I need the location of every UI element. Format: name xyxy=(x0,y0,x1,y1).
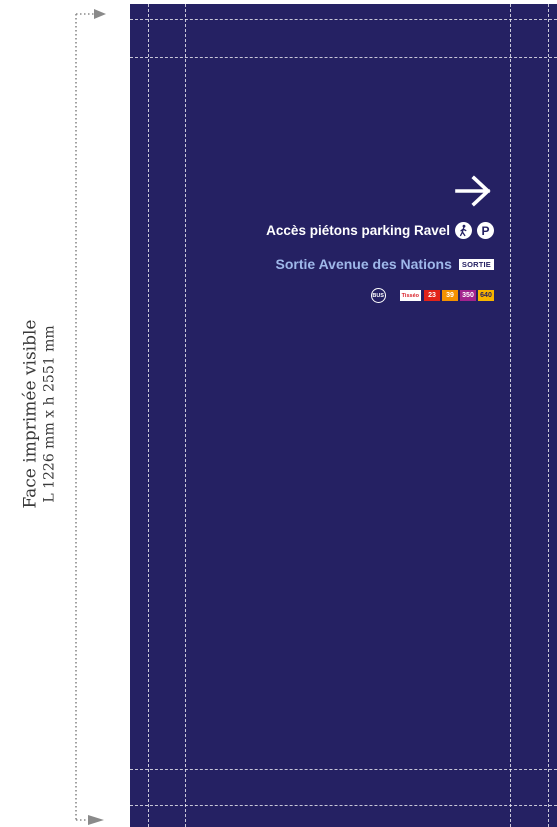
height-dimension-line xyxy=(75,9,106,825)
exit-text: Sortie Avenue des Nations xyxy=(275,256,452,272)
pedestrian-access-text: Accès piétons parking Ravel xyxy=(266,223,450,238)
parking-icon: P xyxy=(477,222,494,239)
guide-line xyxy=(130,19,557,20)
guide-line xyxy=(185,4,186,827)
guide-line xyxy=(510,4,511,827)
bus-icon: BUS xyxy=(370,288,386,303)
bus-line-badge: 350 xyxy=(460,290,476,301)
arrow-right-icon xyxy=(455,175,491,207)
sign-panel: Accès piétons parking Ravel P Sortie Ave… xyxy=(130,4,557,827)
guide-line xyxy=(130,57,557,58)
wayfinding-sign: Accès piétons parking Ravel P Sortie Ave… xyxy=(266,174,494,303)
guide-line xyxy=(148,4,149,827)
bus-line-badge: 23 xyxy=(424,290,440,301)
bus-lines-row: BUS Tisséo 23 39 350 640 xyxy=(266,288,494,303)
exit-row: Sortie Avenue des Nations SORTIE xyxy=(266,256,494,272)
bus-line-badge: 640 xyxy=(478,290,494,301)
exit-badge: SORTIE xyxy=(458,258,494,270)
guide-line xyxy=(548,4,549,827)
guide-line xyxy=(130,805,557,806)
dimensions-text: L 1226 mm x h 2551 mm xyxy=(41,325,58,503)
pedestrian-access-row: Accès piétons parking Ravel P xyxy=(266,222,494,239)
network-logo: Tisséo xyxy=(399,290,421,301)
bus-line-badge: 39 xyxy=(442,290,458,301)
pedestrian-icon xyxy=(455,222,472,239)
guide-line xyxy=(130,769,557,770)
visible-face-title: Face imprimée visible xyxy=(20,319,41,509)
